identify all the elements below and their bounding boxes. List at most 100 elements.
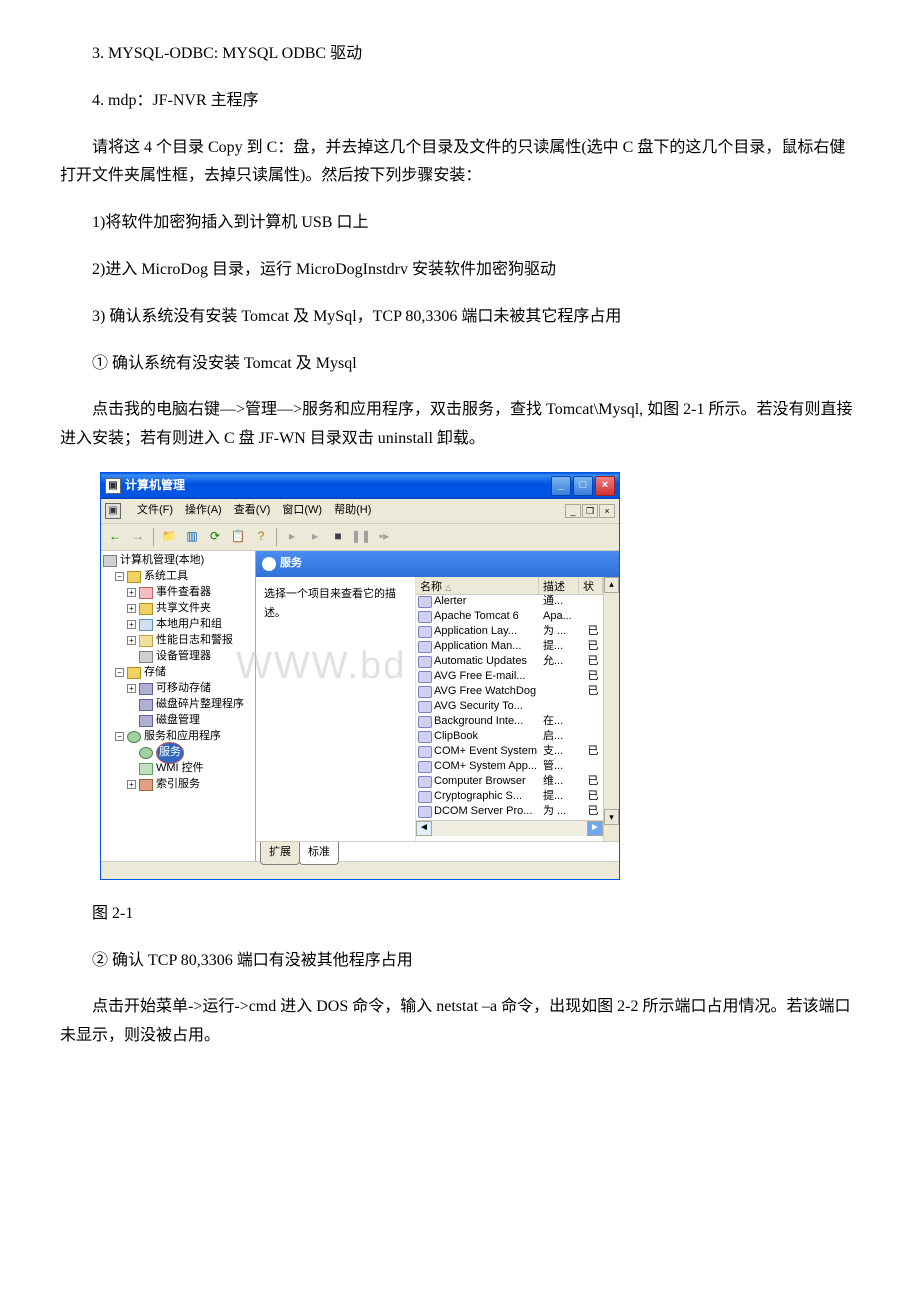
tree-device-manager[interactable]: 设备管理器: [103, 649, 253, 665]
back-button[interactable]: ←: [105, 527, 125, 547]
tree-index-service[interactable]: + 索引服务: [103, 777, 253, 793]
app-icon: ▣: [105, 478, 121, 494]
collapse-icon[interactable]: −: [115, 572, 124, 581]
window-titlebar: ▣ 计算机管理 _ □ ×: [101, 473, 619, 499]
refresh-button[interactable]: ⟳: [205, 527, 225, 547]
minimize-button[interactable]: _: [551, 476, 571, 496]
stop-button[interactable]: ■: [328, 527, 348, 547]
service-status: 已: [583, 682, 603, 702]
scroll-left-button[interactable]: ◄: [416, 821, 432, 836]
service-desc: 允...: [543, 652, 583, 672]
sort-asc-icon: △: [445, 583, 451, 592]
para-step-3-1-detail: 点击我的电脑右键—>管理—>服务和应用程序，双击服务，查找 Tomcat\Mys…: [60, 396, 860, 454]
tab-standard[interactable]: 标准: [299, 842, 339, 865]
para-3-mysql-odbc: 3. MYSQL-ODBC: MYSQL ODBC 驱动: [60, 40, 860, 69]
col-desc-header[interactable]: 描述: [539, 577, 579, 594]
forward-button[interactable]: →: [128, 527, 148, 547]
collapse-icon[interactable]: −: [115, 732, 124, 741]
expand-icon[interactable]: +: [127, 684, 136, 693]
gear-icon: [262, 557, 276, 571]
para-step-3-2-detail: 点击开始菜单->运行->cmd 进入 DOS 命令，输入 netstat –a …: [60, 993, 860, 1051]
service-icon: [418, 791, 432, 803]
service-icon: [418, 611, 432, 623]
service-icon: [418, 701, 432, 713]
expand-icon[interactable]: +: [127, 604, 136, 613]
scroll-down-button[interactable]: ▾: [604, 809, 619, 825]
service-icon: [418, 626, 432, 638]
pause-button[interactable]: ❚❚: [351, 527, 371, 547]
service-icon: [418, 806, 432, 818]
statusbar: [101, 861, 619, 879]
para-step-3: 3) 确认系统没有安装 Tomcat 及 MySql，TCP 80,3306 端…: [60, 303, 860, 332]
service-rows: Alerter通...Apache Tomcat 6Apa...Applicat…: [416, 595, 603, 820]
tree-services-apps[interactable]: − 服务和应用程序: [103, 729, 253, 745]
toolbar-separator-2: [276, 528, 277, 546]
col-name-header[interactable]: 名称 △: [416, 577, 539, 594]
play-button[interactable]: ▸: [282, 527, 302, 547]
service-icon: [418, 596, 432, 608]
help-button[interactable]: ?: [251, 527, 271, 547]
event-viewer-icon: [139, 587, 153, 599]
toolbar: ← → 📁 ▥ ⟳ 📋 ? ▸ ▸ ■ ❚❚ ▪▸: [101, 524, 619, 551]
scroll-up-button[interactable]: ▴: [604, 577, 619, 593]
service-icon: [418, 656, 432, 668]
maximize-button[interactable]: □: [573, 476, 593, 496]
para-step-2: 2)进入 MicroDog 目录，运行 MicroDogInstdrv 安装软件…: [60, 256, 860, 285]
service-desc: 为 ...: [543, 802, 583, 822]
device-icon: [139, 651, 153, 663]
folder-icon: [127, 571, 141, 583]
menu-view[interactable]: 查看(V): [234, 501, 271, 521]
expand-icon[interactable]: +: [127, 636, 136, 645]
expand-icon[interactable]: +: [127, 588, 136, 597]
figure-caption-2-1: 图 2-1: [60, 900, 860, 929]
services-apps-icon: [127, 731, 141, 743]
service-icon: [418, 746, 432, 758]
horizontal-scrollbar[interactable]: ◄ ►: [416, 820, 603, 836]
service-icon: [418, 731, 432, 743]
wmi-icon: [139, 763, 153, 775]
child-minimize-button[interactable]: _: [565, 504, 581, 518]
menu-action[interactable]: 操作(A): [185, 501, 222, 521]
storage-icon: [127, 667, 141, 679]
tab-extended[interactable]: 扩展: [260, 842, 300, 865]
child-close-button[interactable]: ×: [599, 504, 615, 518]
service-name: DCOM Server Pro...: [434, 802, 543, 822]
content-area: 计算机管理(本地) − 系统工具 + 事件查看器 + 共享文件夹 + 本地用户和…: [101, 551, 619, 861]
collapse-icon[interactable]: −: [115, 668, 124, 677]
menu-file[interactable]: 文件(F): [137, 501, 173, 521]
service-icon: [418, 671, 432, 683]
users-icon: [139, 619, 153, 631]
close-button[interactable]: ×: [595, 476, 615, 496]
scroll-right-button[interactable]: ►: [587, 821, 603, 836]
col-status-header[interactable]: 状: [579, 577, 603, 594]
description-column: 选择一个项目来查看它的描述。: [256, 577, 416, 841]
export-button[interactable]: 📋: [228, 527, 248, 547]
play2-button[interactable]: ▸: [305, 527, 325, 547]
computer-icon: [103, 555, 117, 567]
vertical-scrollbar[interactable]: ▴ ▾: [603, 577, 619, 841]
service-row[interactable]: DCOM Server Pro...为 ...已: [416, 805, 603, 820]
para-4-mdp: 4. mdp：JF-NVR 主程序: [60, 87, 860, 116]
child-restore-button[interactable]: ❐: [582, 504, 598, 518]
perf-icon: [139, 635, 153, 647]
service-icon: [418, 761, 432, 773]
child-app-icon: ▣: [105, 503, 121, 519]
computer-management-window: ▣ 计算机管理 _ □ × ▣ 文件(F) 操作(A) 查看(V) 窗口(W) …: [100, 472, 620, 880]
shared-folder-icon: [139, 603, 153, 615]
menu-window[interactable]: 窗口(W): [282, 501, 322, 521]
service-icon: [418, 776, 432, 788]
service-icon: [418, 641, 432, 653]
expand-icon[interactable]: +: [127, 620, 136, 629]
defrag-icon: [139, 699, 153, 711]
disk-icon: [139, 715, 153, 727]
para-step-1: 1)将软件加密狗插入到计算机 USB 口上: [60, 209, 860, 238]
properties-button[interactable]: ▥: [182, 527, 202, 547]
expand-icon[interactable]: +: [127, 780, 136, 789]
menu-help[interactable]: 帮助(H): [334, 501, 371, 521]
scroll-track[interactable]: [432, 821, 587, 836]
restart-button[interactable]: ▪▸: [374, 527, 394, 547]
window-buttons: _ □ ×: [551, 476, 615, 496]
service-status: 已: [583, 742, 603, 762]
up-button[interactable]: 📁: [159, 527, 179, 547]
description-prompt: 选择一个项目来查看它的描述。: [264, 588, 396, 620]
